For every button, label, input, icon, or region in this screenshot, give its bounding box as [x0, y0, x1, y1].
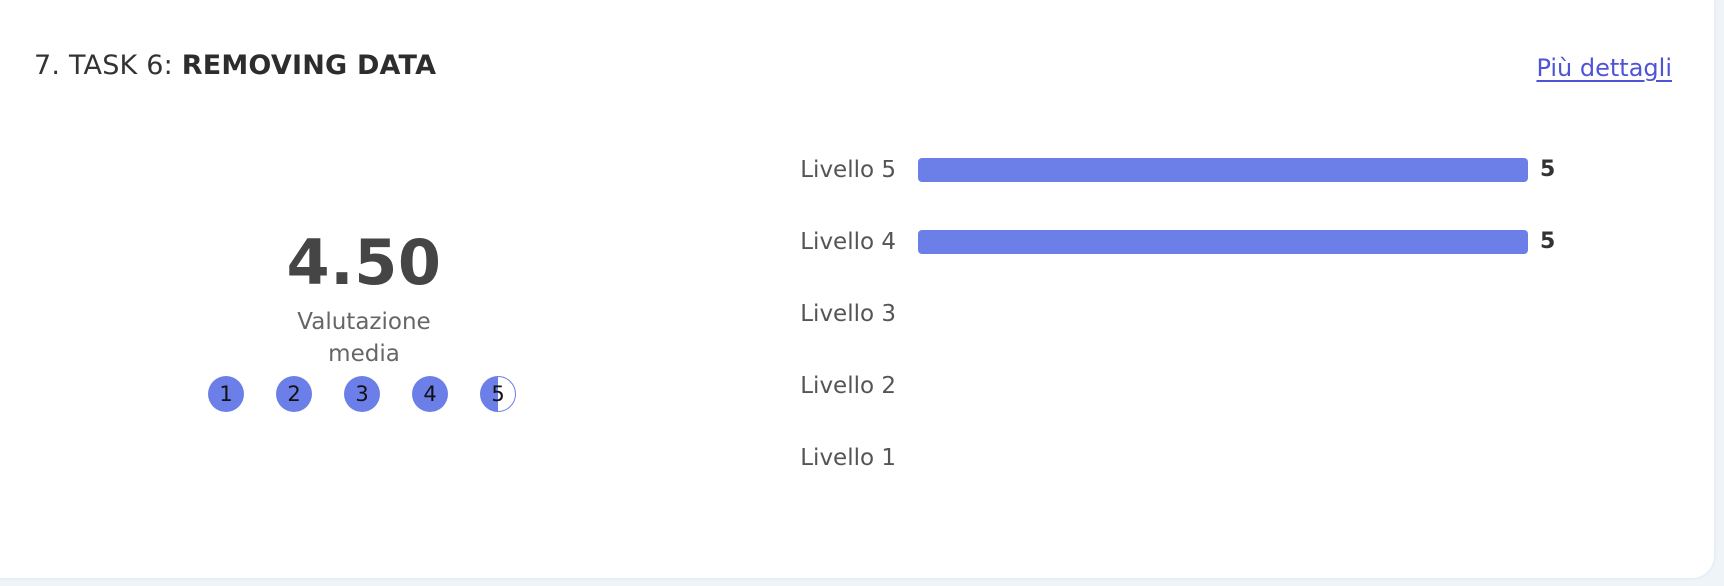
- rating-circle-4: 4: [412, 376, 448, 412]
- caption-line-2: media: [328, 341, 400, 367]
- distribution-row: Livello 2: [790, 366, 1570, 406]
- level-count: 5: [1540, 157, 1556, 182]
- level-bar: [918, 158, 1528, 182]
- level-label: Livello 1: [800, 445, 896, 471]
- caption-line-1: Valutazione: [297, 309, 431, 335]
- average-score-block: 4.50 Valutazione media: [216, 232, 512, 370]
- average-score-caption: Valutazione media: [216, 306, 512, 370]
- task-name: REMOVING DATA: [181, 50, 437, 81]
- bar-track: [918, 446, 1528, 470]
- bar-track: [918, 302, 1528, 326]
- distribution-row: Livello 3: [790, 294, 1570, 334]
- level-label: Livello 3: [800, 301, 896, 327]
- distribution-row: Livello 5 5: [790, 150, 1570, 190]
- rating-circle-5: 5: [480, 376, 516, 412]
- bar-track: [918, 230, 1528, 254]
- level-distribution-chart: Livello 5 5 Livello 4 5 Livello 3 Livello 2 Li…: [790, 150, 1570, 500]
- level-label: Livello 5: [800, 157, 896, 183]
- rating-circle-3: 3: [344, 376, 380, 412]
- section-title: 7. TASK 6: REMOVING DATA: [34, 50, 436, 81]
- rating-circle-1: 1: [208, 376, 244, 412]
- level-label: Livello 2: [800, 373, 896, 399]
- level-label: Livello 4: [800, 229, 896, 255]
- rating-circle-2: 2: [276, 376, 312, 412]
- distribution-row: Livello 1: [790, 438, 1570, 478]
- level-bar: [918, 230, 1528, 254]
- task-card: 7. TASK 6: REMOVING DATA Più dettagli 4.…: [0, 0, 1714, 578]
- more-details-link[interactable]: Più dettagli: [1536, 54, 1672, 82]
- distribution-row: Livello 4 5: [790, 222, 1570, 262]
- section-number: 7. TASK 6:: [34, 50, 173, 81]
- bar-track: [918, 374, 1528, 398]
- level-count: 5: [1540, 229, 1556, 254]
- average-score-value: 4.50: [286, 226, 442, 299]
- bar-track: [918, 158, 1528, 182]
